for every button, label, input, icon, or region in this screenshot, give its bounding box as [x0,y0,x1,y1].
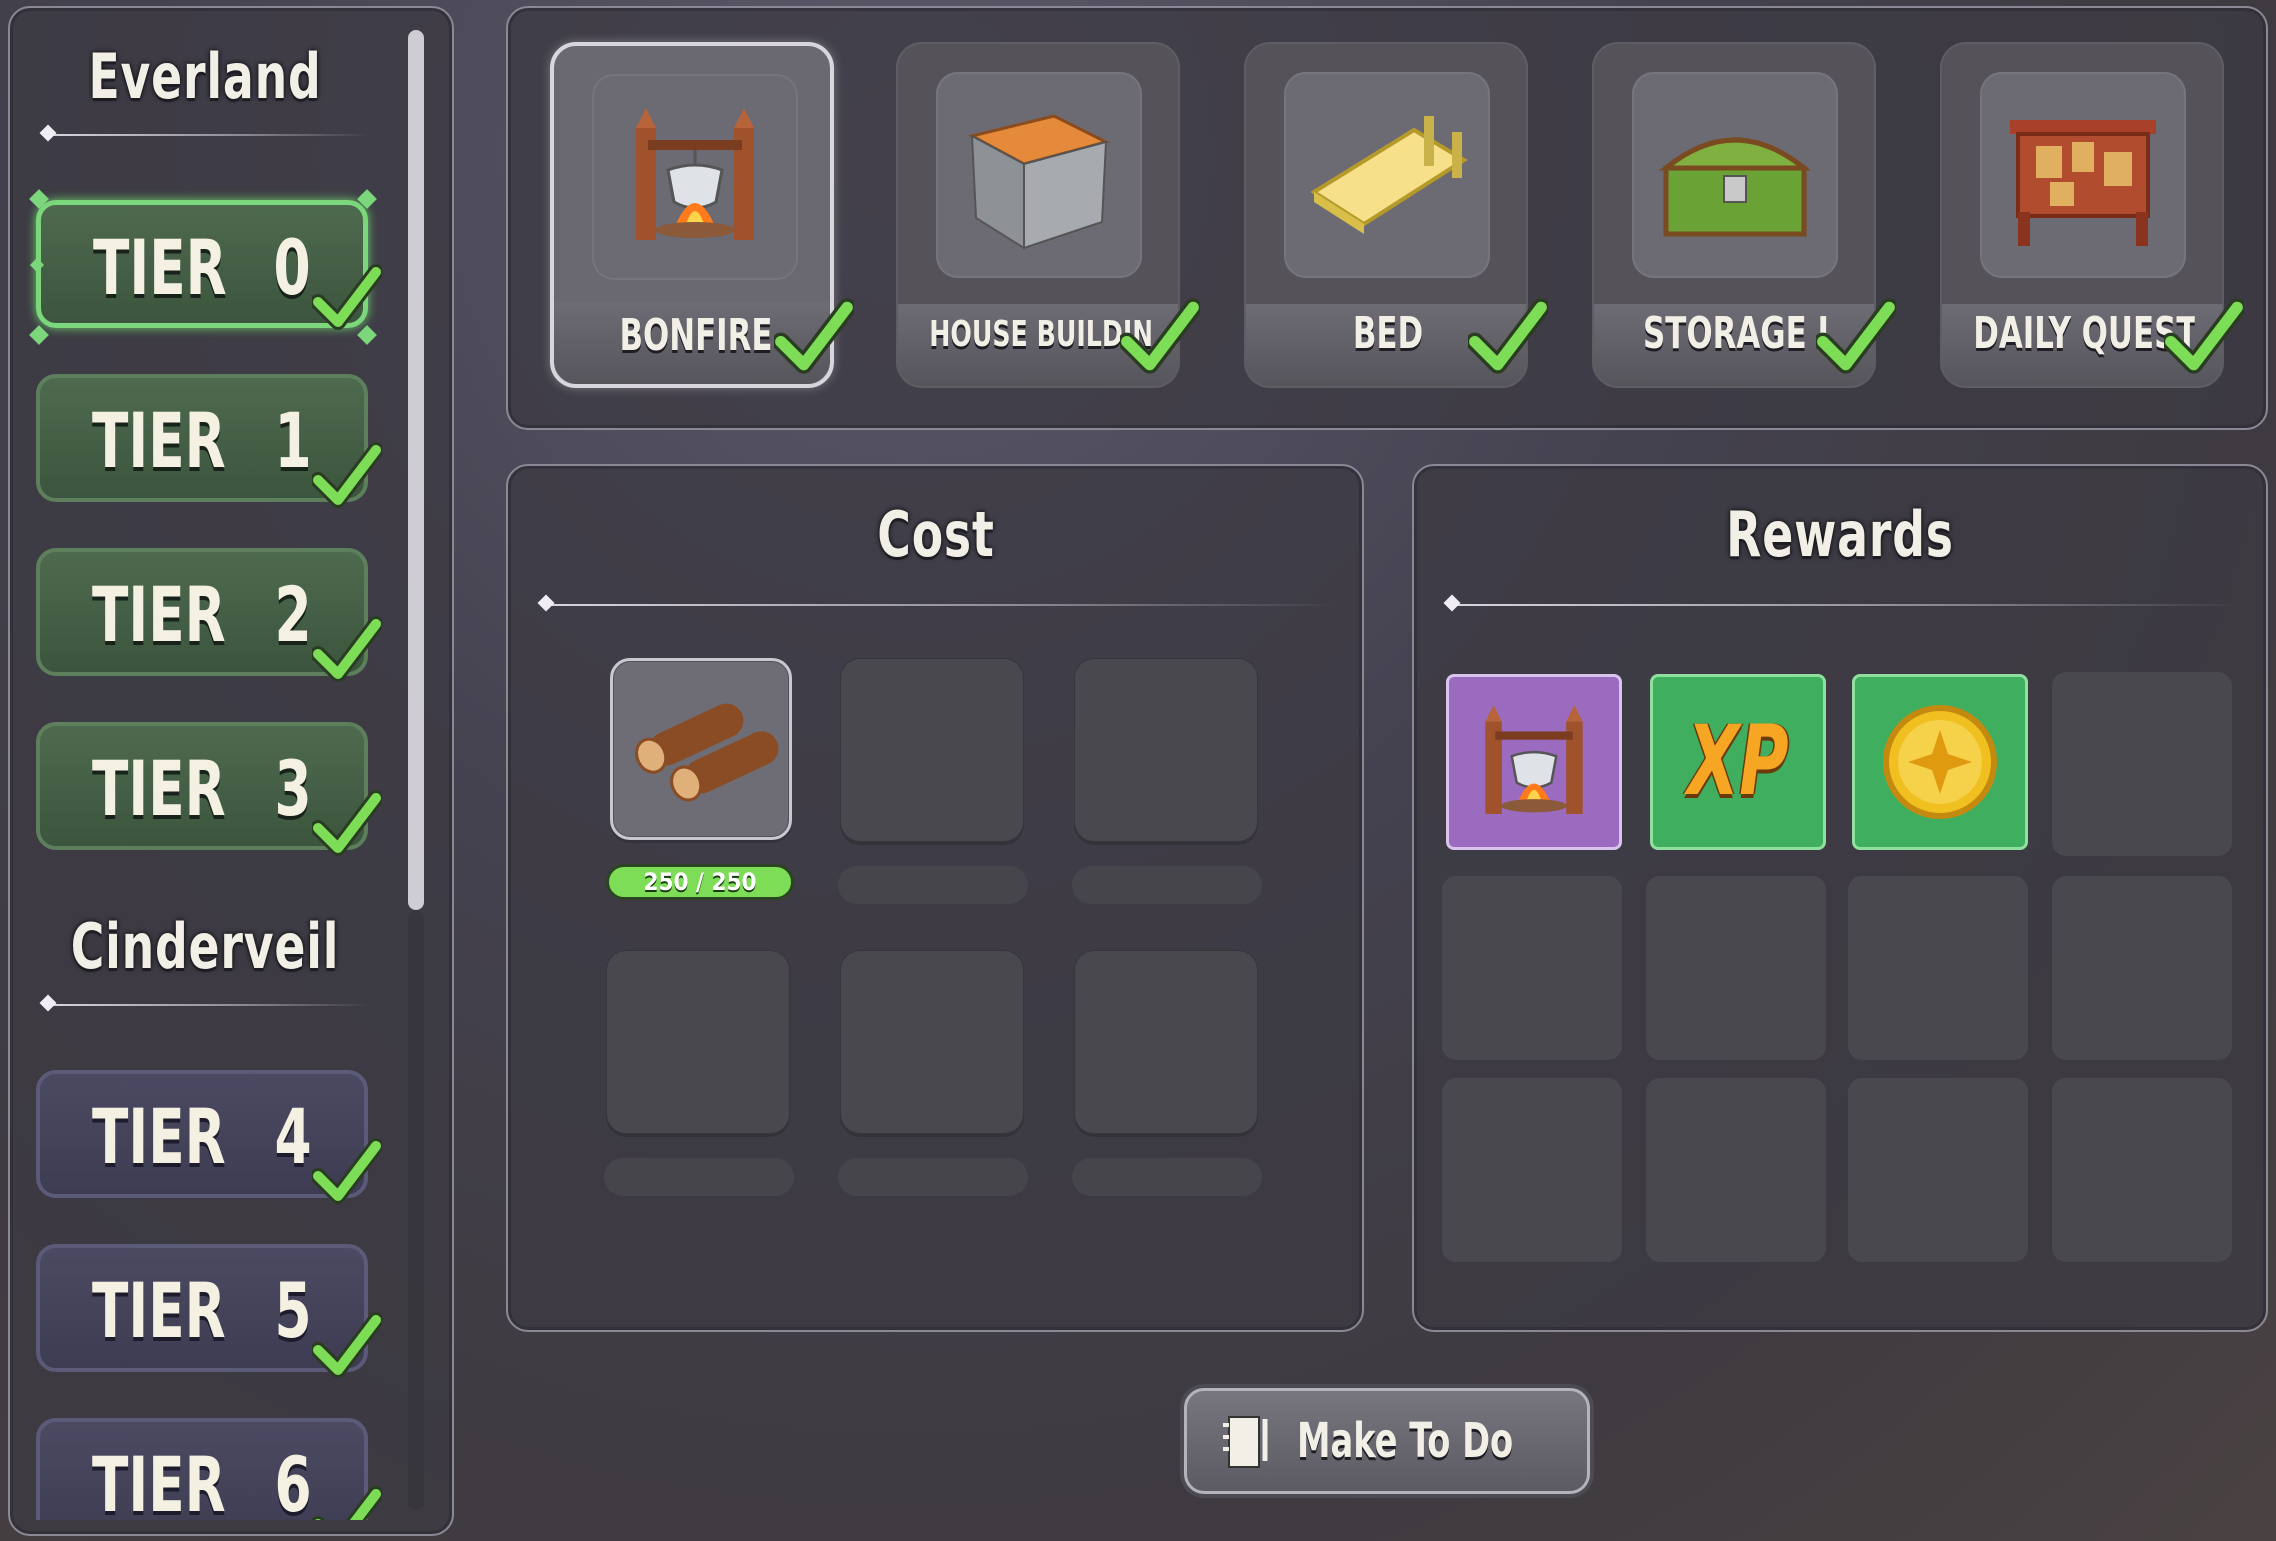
make-to-do-button[interactable]: Make To Do [1184,1388,1590,1494]
cost-slot-empty [606,950,790,1134]
tier-label: TIER [92,1092,226,1181]
cost-title: Cost [877,498,995,571]
tier-number: 6 [274,1440,312,1520]
check-icon [312,442,382,508]
reward-slot-empty [1442,876,1622,1060]
reward-slot-empty [2052,876,2232,1060]
tier-number: 4 [274,1092,312,1181]
check-icon [1816,298,1896,374]
region-title-everland: Everland [88,40,322,113]
check-icon [312,1486,382,1520]
check-icon [1468,298,1548,374]
divider [1443,594,2244,612]
bonfire-icon [636,108,754,240]
tier-number: 0 [273,223,311,312]
tier-number: 5 [274,1266,312,1355]
quest-label: BED [1352,308,1424,359]
tier-label: TIER [92,570,226,659]
bed-icon [1310,116,1468,234]
check-icon [312,1138,382,1204]
quest-icon-frame [1980,72,2186,278]
sidebar-scrollbar[interactable] [408,30,424,910]
tier-6-clip: TIER 6 [0,1400,460,1520]
tier-label: TIER [92,744,226,833]
tier-number: 3 [274,744,312,833]
quest-label: STORAGE I [1643,308,1829,359]
reward-slot-empty [1442,1078,1622,1262]
tier-number: 1 [274,396,312,485]
reward-slot-empty [1646,876,1826,1060]
quest-board-icon [2010,120,2156,246]
chest-icon [1658,137,1812,237]
cost-bar-empty [1072,866,1262,904]
check-icon [312,264,382,330]
tier-number: 2 [274,570,312,659]
reward-slot-coin[interactable] [1852,674,2028,850]
quest-label: HOUSE BUILDING I [929,314,1151,355]
notebook-icon [1223,1416,1268,1468]
rewards-title: Rewards [1726,498,1954,571]
tier-label: TIER [92,1440,226,1520]
check-icon [774,298,854,374]
stone-block-icon [967,114,1111,250]
reward-slot-xp[interactable]: XP [1650,674,1826,850]
cost-slot-empty [840,950,1024,1134]
cost-progress-bar: 250 / 250 [606,864,794,900]
cost-slot-empty [1074,658,1258,842]
divider [39,124,370,142]
region-title-cinderveil: Cinderveil [70,910,340,983]
check-icon [2164,298,2244,374]
check-icon [312,1312,382,1378]
cost-bar-empty [604,1158,794,1196]
cost-slot-logs[interactable] [610,658,792,840]
cost-bar-empty [838,866,1028,904]
coin-icon [1883,705,1997,819]
tier-label: TIER [92,396,226,485]
reward-slot-empty [2052,1078,2232,1262]
reward-slot-empty [1848,1078,2028,1262]
reward-slot-bonfire[interactable] [1446,674,1622,850]
xp-icon: XP [1687,705,1789,817]
divider [537,594,1338,612]
make-to-do-label: Make To Do [1297,1413,1514,1469]
tier-label: TIER [93,223,227,312]
tier-label: TIER [92,1266,226,1355]
check-icon [312,616,382,682]
divider [39,994,370,1012]
cost-slot-empty [1074,950,1258,1134]
bonfire-icon [1485,705,1583,814]
check-icon [1120,298,1200,374]
cost-slot-empty [840,658,1024,842]
logs-icon [635,703,779,802]
quest-icon-frame [592,74,798,280]
reward-slot-empty [1646,1078,1826,1262]
cost-bar-empty [1072,1158,1262,1196]
reward-slot-empty [1848,876,2028,1060]
quest-icon-frame [936,72,1142,278]
quest-icon-frame [1284,72,1490,278]
reward-slot-empty [2052,672,2232,856]
quest-icon-frame [1632,72,1838,278]
check-icon [312,790,382,856]
quest-label: DAILY QUESTS [1973,308,2195,359]
cost-bar-empty [838,1158,1028,1196]
